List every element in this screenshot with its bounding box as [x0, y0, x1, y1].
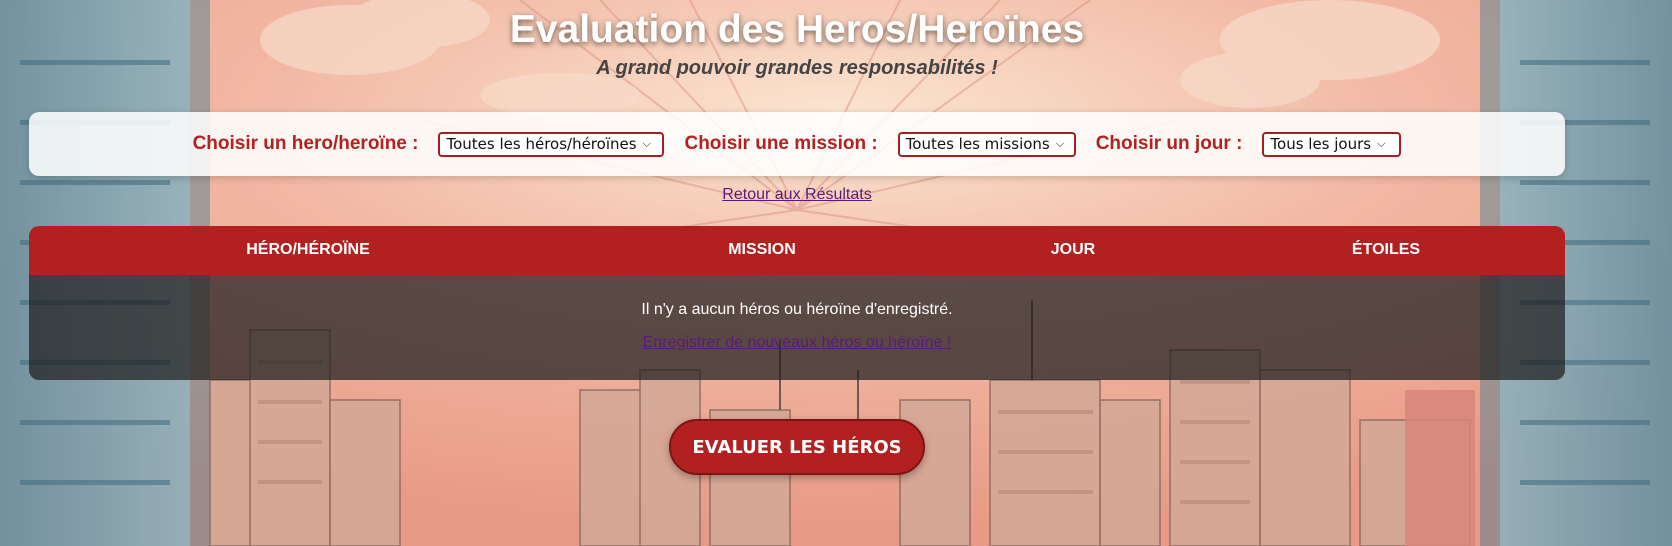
mission-filter-label: Choisir une mission : — [684, 133, 878, 154]
mission-filter-value: Toutes les missions — [905, 135, 1050, 153]
column-header-stars[interactable]: ÉTOILES — [1352, 241, 1420, 259]
hero-filter-label: Choisir un hero/heroïne : — [192, 133, 419, 154]
evaluate-heroes-button[interactable]: EVALUER LES HÉROS — [669, 419, 925, 475]
table-header: HÉRO/HÉROÏNE MISSION JOUR ÉTOILES — [29, 226, 1565, 275]
day-filter-select[interactable]: Tous les jours ⌵ — [1262, 131, 1402, 157]
back-link-row: Retour aux Résultats — [0, 186, 1594, 204]
day-filter-label: Choisir un jour : — [1095, 133, 1243, 154]
page-title: Evaluation des Heros/Heroïnes — [509, 8, 1085, 51]
hero-filter-value: Toutes les héros/héroïnes — [446, 135, 637, 153]
page-subtitle: A grand pouvoir grandes responsabilités … — [596, 57, 998, 79]
table-body: Il n'y a aucun héros ou héroïne d'enregi… — [29, 275, 1565, 380]
filter-bar: Choisir un hero/heroïne : Toutes les hér… — [29, 112, 1565, 176]
register-heroes-link[interactable]: Enregistrer de nouveaux héros ou héroïne… — [643, 334, 952, 352]
day-filter-value: Tous les jours — [1270, 135, 1372, 153]
chevron-down-icon: ⌵ — [642, 137, 651, 150]
results-table: HÉRO/HÉROÏNE MISSION JOUR ÉTOILES Il n'y… — [29, 226, 1565, 380]
back-to-results-link[interactable]: Retour aux Résultats — [722, 186, 871, 203]
chevron-down-icon: ⌵ — [1377, 137, 1386, 150]
chevron-down-icon: ⌵ — [1055, 137, 1065, 150]
column-header-hero[interactable]: HÉRO/HÉROÏNE — [246, 241, 370, 259]
empty-state-message: Il n'y a aucun héros ou héroïne d'enregi… — [641, 301, 953, 318]
column-header-day[interactable]: JOUR — [1051, 241, 1095, 259]
mission-filter-select[interactable]: Toutes les missions ⌵ — [897, 131, 1076, 157]
hero-filter-select[interactable]: Toutes les héros/héroïnes ⌵ — [438, 131, 665, 157]
column-header-mission[interactable]: MISSION — [728, 241, 796, 259]
